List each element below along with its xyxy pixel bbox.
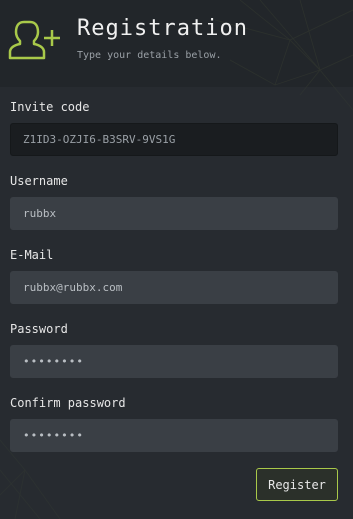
header: Registration Type your details below. [0,0,353,87]
confirm-password-input[interactable] [10,419,338,452]
page-subtitle: Type your details below. [77,50,222,61]
confirm-password-label: Confirm password [10,396,126,410]
username-label: Username [10,174,68,188]
invite-code-input[interactable] [10,123,338,156]
registration-page: Registration Type your details below. In… [0,0,353,519]
username-input[interactable] [10,197,338,230]
page-title: Registration [77,16,248,41]
email-input[interactable] [10,271,338,304]
add-user-icon [8,20,60,60]
invite-code-label: Invite code [10,100,90,114]
password-input[interactable] [10,345,338,378]
email-label: E-Mail [10,248,54,262]
password-label: Password [10,322,68,336]
register-button[interactable]: Register [256,468,338,501]
